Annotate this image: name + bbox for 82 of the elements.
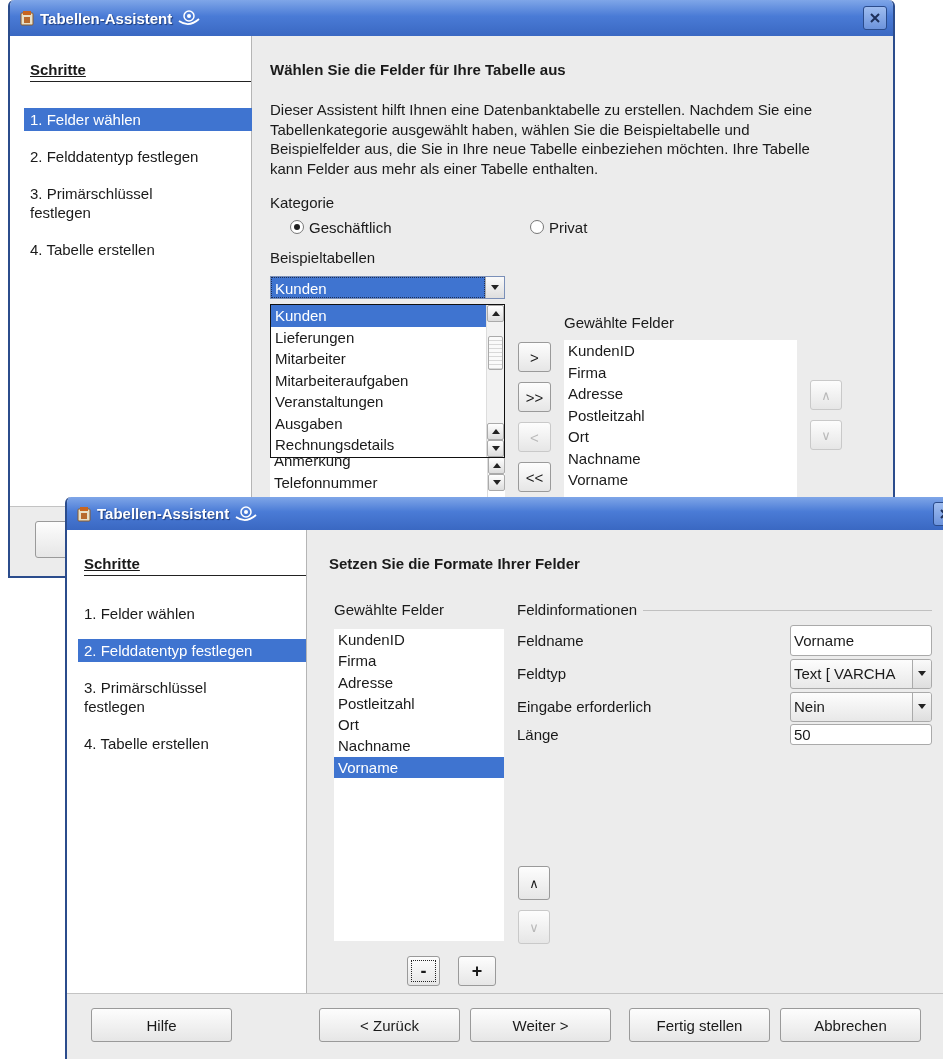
steps-heading: Schritte xyxy=(84,555,306,576)
field-label: Feldname xyxy=(517,632,584,649)
footer-button[interactable]: Weiter > xyxy=(470,1008,611,1042)
step-item[interactable]: 4. Tabelle erstellen xyxy=(24,238,252,261)
field-label: Länge xyxy=(517,726,559,743)
step-item[interactable]: 4. Tabelle erstellen xyxy=(78,732,306,755)
window-title: Tabellen-Assistent xyxy=(97,505,230,522)
step-item[interactable]: 3. Primärschlüssel festlegen xyxy=(24,182,252,224)
field-info-heading: Feldinformationen xyxy=(517,601,932,619)
dropdown-option[interactable]: Lieferungen xyxy=(271,326,486,348)
scrollbar-thumb[interactable] xyxy=(488,336,503,370)
move-button[interactable]: > xyxy=(518,342,551,372)
sample-tables-dropdown[interactable]: Kunden xyxy=(270,276,505,299)
move-up-button[interactable]: ∧ xyxy=(518,866,550,900)
selected-fields-label: Gewählte Felder xyxy=(334,601,446,619)
app-icon xyxy=(77,505,91,522)
list-item[interactable]: Vorname xyxy=(334,756,504,779)
radio-label[interactable]: Geschäftlich xyxy=(309,218,392,236)
page-heading: Setzen Sie die Formate Ihrer Felder xyxy=(329,554,581,574)
list-item[interactable]: Firma xyxy=(564,361,797,383)
list-item[interactable]: Ort xyxy=(564,426,797,448)
sample-tables-label: Beispieltabellen xyxy=(270,249,377,267)
dropdown-option[interactable]: Mitarbeiter xyxy=(271,348,486,370)
footer-button[interactable]: Fertig stellen xyxy=(629,1008,770,1042)
remove-button[interactable]: - xyxy=(407,956,440,986)
scrollbar[interactable] xyxy=(486,305,504,457)
text-field[interactable]: Vorname xyxy=(790,625,932,656)
step-item[interactable]: 2. Felddatentyp festlegen xyxy=(78,639,306,662)
down-arrow-icon xyxy=(491,285,499,290)
window-title: Tabellen-Assistent xyxy=(40,9,173,27)
dropdown-option[interactable]: Mitarbeiteraufgaben xyxy=(271,369,486,391)
list-item[interactable]: Firma xyxy=(334,650,504,672)
list-item[interactable]: Telefonnummer xyxy=(270,471,487,493)
down-arrow-icon xyxy=(492,480,501,485)
list-item[interactable]: Nachname xyxy=(564,447,797,469)
page-heading: Wählen Sie die Felder für Ihre Tabelle aus xyxy=(270,60,567,80)
dropdown-option[interactable]: Rechnungsdetails xyxy=(271,434,486,456)
list-item[interactable]: Postleitzahl xyxy=(564,404,797,426)
dropdown-option[interactable]: Veranstaltungen xyxy=(271,391,486,413)
radio-label[interactable]: Privat xyxy=(549,218,588,236)
step-item[interactable]: 3. Primärschlüssel festlegen xyxy=(78,676,306,718)
radio-button[interactable] xyxy=(530,220,544,234)
list-item[interactable]: Ort xyxy=(334,714,504,736)
field-label: Eingabe erforderlich xyxy=(517,698,652,715)
list-item[interactable]: KundenID xyxy=(334,629,504,651)
up-arrow-icon xyxy=(491,429,500,434)
swirl-icon xyxy=(235,504,258,523)
list-item[interactable]: Adresse xyxy=(564,383,797,405)
text-field[interactable]: 50 xyxy=(790,724,932,745)
up-arrow-icon xyxy=(492,463,501,468)
dropdown-option[interactable]: Ausgaben xyxy=(271,412,486,434)
down-arrow-icon xyxy=(918,671,926,676)
steps-heading: Schritte xyxy=(30,61,251,82)
list-item[interactable]: Postleitzahl xyxy=(334,692,504,715)
radio-button[interactable] xyxy=(290,220,304,234)
list-item[interactable]: KundenID xyxy=(564,340,797,362)
step-item[interactable]: 2. Felddatentyp festlegen xyxy=(24,145,252,168)
step-item[interactable]: 1. Felder wählen xyxy=(78,602,306,625)
down-arrow-icon xyxy=(918,704,926,709)
list-item[interactable]: Nachname xyxy=(334,735,504,757)
dropdown-option[interactable]: Kunden xyxy=(271,305,486,327)
up-arrow-icon xyxy=(491,311,500,316)
add-button[interactable]: + xyxy=(458,956,496,986)
move-button[interactable]: << xyxy=(518,462,551,492)
down-arrow-icon xyxy=(491,446,500,451)
step-item[interactable]: 1. Felder wählen xyxy=(24,108,252,131)
category-label: Kategorie xyxy=(270,194,336,212)
close-button[interactable] xyxy=(863,6,887,30)
list-item[interactable]: Adresse xyxy=(334,671,504,693)
list-item[interactable]: Vorname xyxy=(564,469,797,491)
close-icon xyxy=(870,13,880,23)
field-label: Feldtyp xyxy=(517,665,567,682)
selected-fields-label: Gewählte Felder xyxy=(564,314,676,332)
description-text: Dieser Assistent hilft Ihnen eine Datenbanktabelle zu erstellen. Nachdem Sie eine Tabellenkategorie ausgewählt haben, wählen Sie die Beispieltabelle und Beispielfelder aus, die Sie in Ihre neue Tabelle einbeziehen möchten. Ihre Tabelle kann Felder aus mehr als einer Tabelle enthalten. xyxy=(270,100,813,178)
footer-button[interactable]: < Zurück xyxy=(319,1008,460,1042)
footer-button[interactable]: Hilfe xyxy=(91,1008,232,1042)
app-icon xyxy=(20,10,34,26)
footer-button[interactable]: Abbrechen xyxy=(780,1008,921,1042)
select-field[interactable]: Text [ VARCHA xyxy=(790,658,932,689)
move-button[interactable]: >> xyxy=(518,382,551,412)
swirl-icon xyxy=(178,9,201,27)
select-field[interactable]: Nein xyxy=(790,691,932,722)
